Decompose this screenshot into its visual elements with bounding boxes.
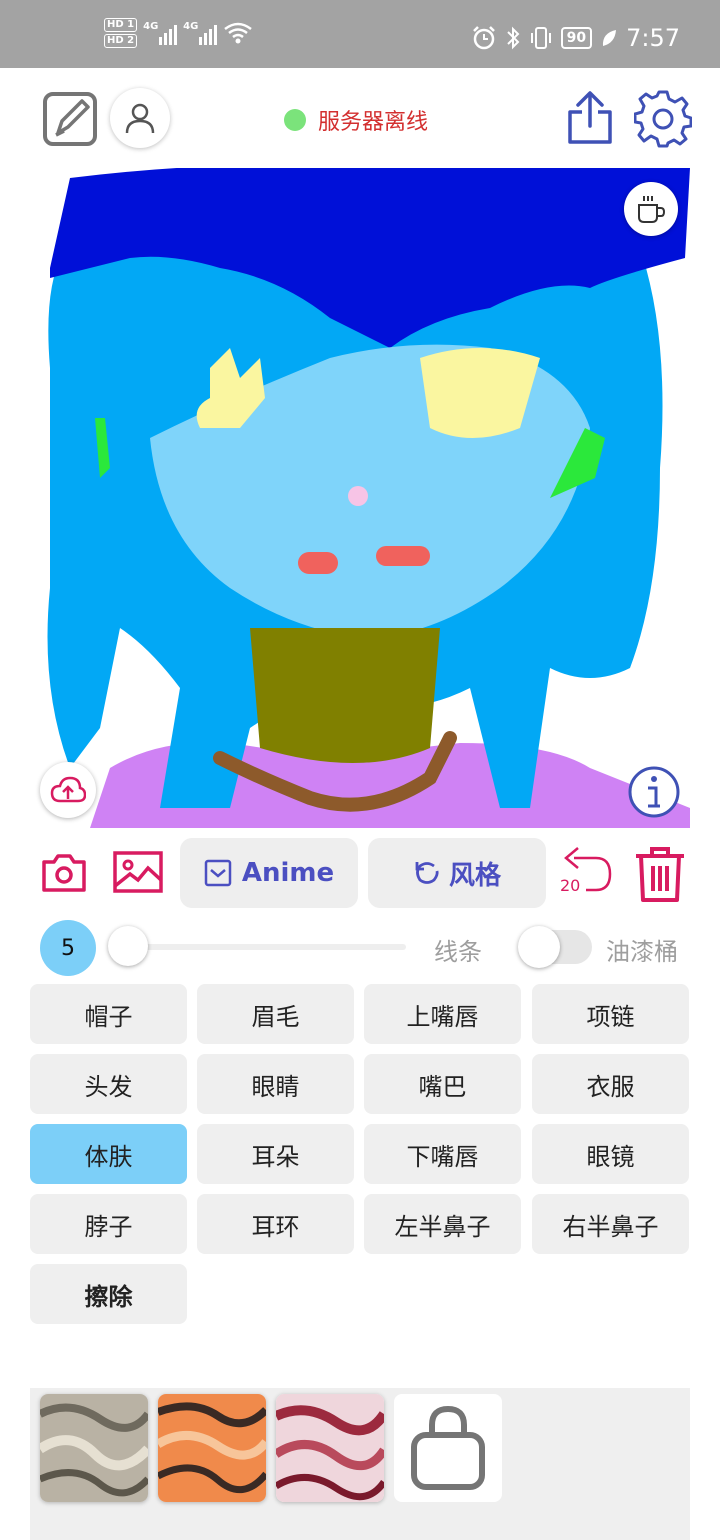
- anime-sketch: [47, 168, 690, 828]
- edit-icon: [43, 92, 97, 146]
- part-button[interactable]: 帽子: [30, 984, 187, 1044]
- brush-controls: 5 线条 油漆桶: [0, 918, 720, 978]
- rotate-icon: [415, 862, 439, 884]
- anime-button[interactable]: Anime: [180, 838, 358, 908]
- style-button[interactable]: 风格: [368, 838, 546, 908]
- gear-icon: [633, 90, 693, 148]
- image-icon: [113, 851, 163, 893]
- hd-indicators: HD 1 HD 2: [104, 18, 138, 48]
- style-label: 风格: [448, 860, 501, 891]
- anime-label: Anime: [241, 858, 335, 888]
- delete-button[interactable]: [632, 844, 688, 904]
- part-button-selected[interactable]: 体肤: [30, 1124, 187, 1184]
- part-button[interactable]: 头发: [30, 1054, 187, 1114]
- checkbox-icon: [204, 859, 232, 887]
- part-button[interactable]: 下嘴唇: [364, 1124, 521, 1184]
- part-button[interactable]: 左半鼻子: [364, 1194, 521, 1254]
- undo-count: 20: [560, 876, 581, 895]
- neck-shape: [250, 628, 440, 763]
- network1-label: 4G: [143, 21, 159, 32]
- part-button[interactable]: 耳环: [197, 1194, 354, 1254]
- bucket-label: 油漆桶: [606, 938, 678, 966]
- part-button[interactable]: 上嘴唇: [364, 984, 521, 1044]
- server-status: 服务器离线: [284, 104, 428, 136]
- part-button[interactable]: 项链: [532, 984, 689, 1044]
- shop-button[interactable]: [394, 1394, 502, 1502]
- toggle-knob[interactable]: [518, 926, 560, 968]
- slider-thumb[interactable]: [108, 926, 148, 966]
- vibrate-icon: [530, 27, 551, 49]
- network2-label: 4G: [183, 21, 199, 32]
- cloud-upload-icon: [50, 776, 86, 803]
- part-button[interactable]: 眉毛: [197, 984, 354, 1044]
- hd1-badge: HD 1: [104, 18, 138, 32]
- texture-crimson[interactable]: [276, 1394, 384, 1502]
- camera-icon: [42, 854, 86, 892]
- part-button[interactable]: 眼睛: [197, 1054, 354, 1114]
- user-icon: [125, 103, 155, 134]
- status-right: 90 7:57: [471, 24, 680, 52]
- server-status-text: 服务器离线: [318, 110, 429, 135]
- brush-size-badge: 5: [40, 920, 96, 976]
- hd2-badge: HD 2: [104, 34, 138, 48]
- status-dot: [284, 109, 306, 131]
- signal-icon: 4G: [183, 21, 218, 45]
- settings-button[interactable]: [633, 90, 693, 148]
- line-mode-label: 线条: [434, 938, 482, 966]
- coffee-button[interactable]: [624, 182, 678, 236]
- coffee-cup-icon: [638, 196, 666, 223]
- drawing-canvas[interactable]: [30, 168, 690, 828]
- status-left: HD 1 HD 2 4G 4G: [104, 18, 253, 48]
- left-lip-shape: [298, 552, 338, 574]
- app-header: 服务器离线: [0, 68, 720, 168]
- cloud-upload-button[interactable]: [40, 762, 96, 818]
- user-button[interactable]: [110, 88, 170, 148]
- camera-button[interactable]: [40, 848, 88, 896]
- image-button[interactable]: [112, 848, 164, 896]
- share-button[interactable]: [564, 90, 616, 146]
- right-lip-shape: [376, 546, 430, 566]
- bluetooth-icon: [506, 26, 520, 50]
- leaf-icon: [603, 30, 617, 46]
- trash-icon: [636, 847, 684, 902]
- nose-shape: [348, 486, 368, 506]
- brush-size-slider[interactable]: [118, 944, 406, 950]
- undo-button[interactable]: 20: [556, 846, 616, 898]
- texture-orange[interactable]: [158, 1394, 266, 1502]
- part-button[interactable]: 脖子: [30, 1194, 187, 1254]
- clock: 7:57: [626, 24, 680, 52]
- status-bar: HD 1 HD 2 4G 4G 90 7:57: [0, 0, 720, 68]
- part-button[interactable]: 衣服: [532, 1054, 689, 1114]
- alarm-icon: [472, 26, 495, 50]
- wifi-icon: [224, 22, 252, 44]
- texture-silver[interactable]: [40, 1394, 148, 1502]
- erase-button[interactable]: 擦除: [30, 1264, 187, 1324]
- battery-indicator: 90: [560, 27, 593, 49]
- signal-icon: 4G: [143, 21, 178, 45]
- info-button[interactable]: [626, 764, 682, 820]
- edit-button[interactable]: [42, 91, 98, 147]
- part-button[interactable]: 眼镜: [532, 1124, 689, 1184]
- drawing-toolbar: Anime 风格 20: [0, 834, 720, 914]
- info-icon: [628, 766, 680, 818]
- part-button[interactable]: 耳朵: [197, 1124, 354, 1184]
- shopping-bag-icon: [411, 1405, 485, 1490]
- share-icon: [568, 91, 612, 144]
- part-button[interactable]: 右半鼻子: [532, 1194, 689, 1254]
- part-button[interactable]: 嘴巴: [364, 1054, 521, 1114]
- texture-strip: [30, 1388, 690, 1540]
